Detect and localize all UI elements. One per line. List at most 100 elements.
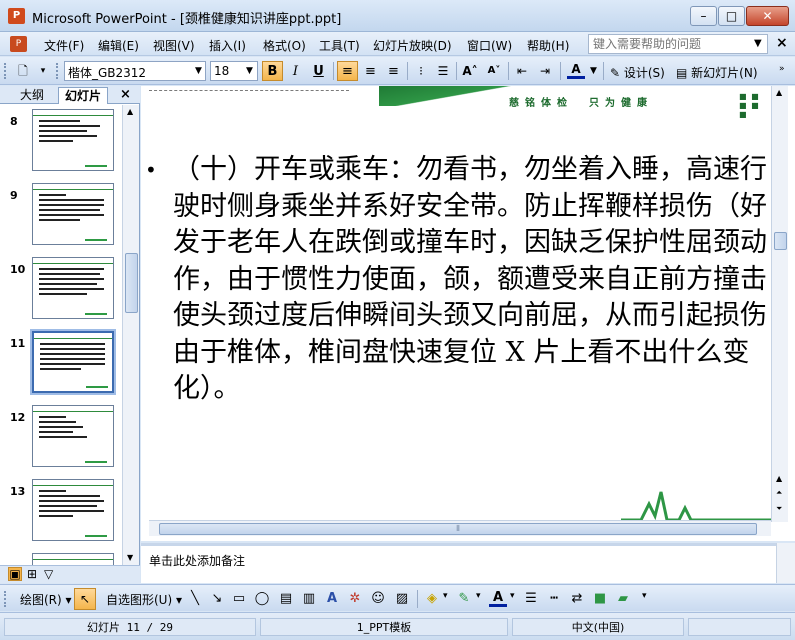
line-color-dropdown-icon[interactable]: ▾ [476, 591, 481, 601]
powerpoint-app-icon[interactable]: P [8, 8, 25, 24]
increase-indent-icon[interactable]: ⇥ [536, 62, 554, 80]
menu-slideshow[interactable]: 幻灯片放映(D) [373, 37, 452, 54]
vertical-textbox-icon[interactable]: ▥ [300, 590, 318, 608]
3d-style-icon[interactable]: ▰ [614, 590, 632, 608]
font-color-icon[interactable]: A [567, 62, 585, 79]
slide-thumbnail[interactable] [32, 257, 114, 319]
line-icon[interactable]: ╲ [186, 590, 204, 608]
normal-view-icon[interactable]: ▣ [8, 567, 22, 581]
thumbnail-row[interactable]: 10 [0, 249, 122, 321]
document-icon[interactable]: P [10, 36, 27, 52]
draw-font-color-icon[interactable]: A [489, 590, 507, 607]
thumbnails-scrollbar[interactable]: ▲ ▼ [122, 105, 139, 565]
scroll-up-icon[interactable]: ▲ [776, 88, 782, 97]
menu-tools[interactable]: 工具(T) [319, 37, 360, 54]
slide-vertical-scrollbar[interactable]: ▲ ▲ ⏶ ⏷ [771, 86, 788, 522]
notes-placeholder[interactable]: 单击此处添加备注 [149, 552, 245, 569]
numbered-list-icon[interactable]: ⁝ [412, 62, 430, 80]
previous-slide-icon[interactable]: ⏶ [776, 488, 782, 498]
toolbar-options-icon[interactable]: ▾ [34, 62, 52, 80]
font-color-dropdown-icon[interactable]: ▼ [590, 66, 597, 76]
new-document-icon[interactable]: 🗋 [14, 62, 32, 80]
dash-style-icon[interactable]: ┅ [545, 590, 563, 608]
underline-button[interactable]: U [308, 61, 329, 81]
scroll-up-icon[interactable]: ▲ [127, 107, 133, 116]
decrease-font-icon[interactable]: A˅ [485, 62, 503, 80]
document-close-icon[interactable]: × [776, 35, 788, 51]
font-name-select[interactable]: 楷体_GB2312 [64, 61, 206, 81]
arrow-style-icon[interactable]: ⇄ [568, 590, 586, 608]
toolbar-overflow-icon[interactable]: ▾ [642, 591, 647, 601]
fill-color-dropdown-icon[interactable]: ▾ [443, 591, 448, 601]
scroll-up-icon[interactable]: ▲ [776, 474, 782, 483]
slide-thumbnail[interactable] [32, 479, 114, 541]
bullet-list-icon[interactable]: ☰ [434, 62, 452, 80]
maximize-button[interactable]: □ [718, 6, 745, 26]
menu-window[interactable]: 窗口(W) [467, 37, 512, 54]
next-slide-icon[interactable]: ⏷ [776, 504, 782, 514]
align-right-icon[interactable]: ≡ [383, 61, 404, 81]
picture-icon[interactable]: ▨ [393, 590, 411, 608]
slideshow-icon[interactable]: ▽ [44, 567, 53, 581]
tab-outline[interactable]: 大纲 [14, 87, 50, 104]
slide-thumbnail[interactable] [32, 109, 114, 171]
help-search-dropdown-icon[interactable]: ▼ [754, 38, 762, 49]
align-center-icon[interactable]: ≡ [360, 61, 381, 81]
scrollbar-thumb[interactable] [774, 232, 787, 250]
draw-menu-button[interactable]: 绘图(R) ▾ [20, 591, 72, 608]
textbox-icon[interactable]: ▤ [277, 590, 295, 608]
slide-horizontal-scrollbar[interactable]: ⦀ [149, 520, 771, 536]
notes-scrollbar[interactable] [776, 543, 795, 583]
font-size-dropdown-icon[interactable]: ▼ [246, 66, 253, 76]
slide-thumbnail-selected[interactable] [30, 329, 116, 395]
clipart-icon[interactable]: ☺ [369, 590, 387, 608]
thumbnail-row[interactable]: 8 [0, 105, 122, 173]
oval-icon[interactable]: ◯ [253, 590, 271, 608]
diagram-icon[interactable]: ✲ [346, 590, 364, 608]
font-name-dropdown-icon[interactable]: ▼ [195, 66, 202, 76]
align-left-icon[interactable]: ≡ [337, 61, 358, 81]
menu-edit[interactable]: 编辑(E) [98, 37, 139, 54]
select-cursor-icon[interactable]: ↖ [74, 588, 96, 610]
draw-font-color-dropdown-icon[interactable]: ▾ [510, 591, 515, 601]
line-color-icon[interactable]: ✎ [455, 590, 473, 608]
slide-thumbnail[interactable] [32, 405, 114, 467]
toolbar-overflow-icon[interactable]: » [779, 64, 785, 74]
scrollbar-thumb[interactable] [125, 253, 138, 313]
thumbnail-row[interactable]: 12 [0, 397, 122, 469]
slide-thumbnail[interactable] [32, 183, 114, 245]
wordart-icon[interactable]: A [323, 590, 341, 608]
thumbnail-row[interactable] [0, 545, 122, 565]
menu-help[interactable]: 帮助(H) [527, 37, 569, 54]
increase-font-icon[interactable]: A˄ [461, 62, 479, 80]
arrow-icon[interactable]: ↘ [208, 590, 226, 608]
toolbar-grip[interactable] [56, 63, 59, 79]
thumbnail-row[interactable]: 9 [0, 175, 122, 247]
menu-view[interactable]: 视图(V) [153, 37, 195, 54]
menu-format[interactable]: 格式(O) [263, 37, 306, 54]
decrease-indent-icon[interactable]: ⇤ [513, 62, 531, 80]
design-button[interactable]: ✎ 设计(S) [610, 64, 665, 81]
pane-close-icon[interactable]: × [120, 87, 131, 102]
scrollbar-thumb[interactable]: ⦀ [159, 523, 757, 535]
help-search-input[interactable] [588, 34, 768, 54]
thumbnail-row[interactable]: 11 [0, 323, 122, 395]
fill-color-icon[interactable]: ◈ [423, 590, 441, 608]
thumbnail-row[interactable]: 13 [0, 471, 122, 543]
shadow-icon[interactable]: ■ [591, 590, 609, 608]
menu-file[interactable]: 文件(F) [44, 37, 84, 54]
line-style-icon[interactable]: ☰ [522, 590, 540, 608]
menu-insert[interactable]: 插入(I) [209, 37, 246, 54]
slide-body-text[interactable]: （十）开车或乘车：勿看书，勿坐着入睡，高速行驶时侧身乘坐并系好安全带。防止挥鞭样… [173, 152, 769, 408]
toolbar-grip[interactable] [4, 63, 7, 79]
toolbar-grip[interactable] [4, 591, 7, 607]
scroll-down-icon[interactable]: ▼ [127, 553, 133, 562]
autoshapes-button[interactable]: 自选图形(U) ▾ [106, 591, 182, 608]
slide-sorter-icon[interactable]: ⊞ [27, 567, 37, 581]
rectangle-icon[interactable]: ▭ [230, 590, 248, 608]
close-button[interactable]: ✕ [746, 6, 789, 26]
italic-button[interactable]: I [285, 61, 306, 81]
notes-pane[interactable]: 单击此处添加备注 [141, 543, 776, 583]
new-slide-button[interactable]: ▤ 新幻灯片(N) [676, 64, 758, 81]
slide-thumbnail[interactable] [32, 553, 114, 565]
